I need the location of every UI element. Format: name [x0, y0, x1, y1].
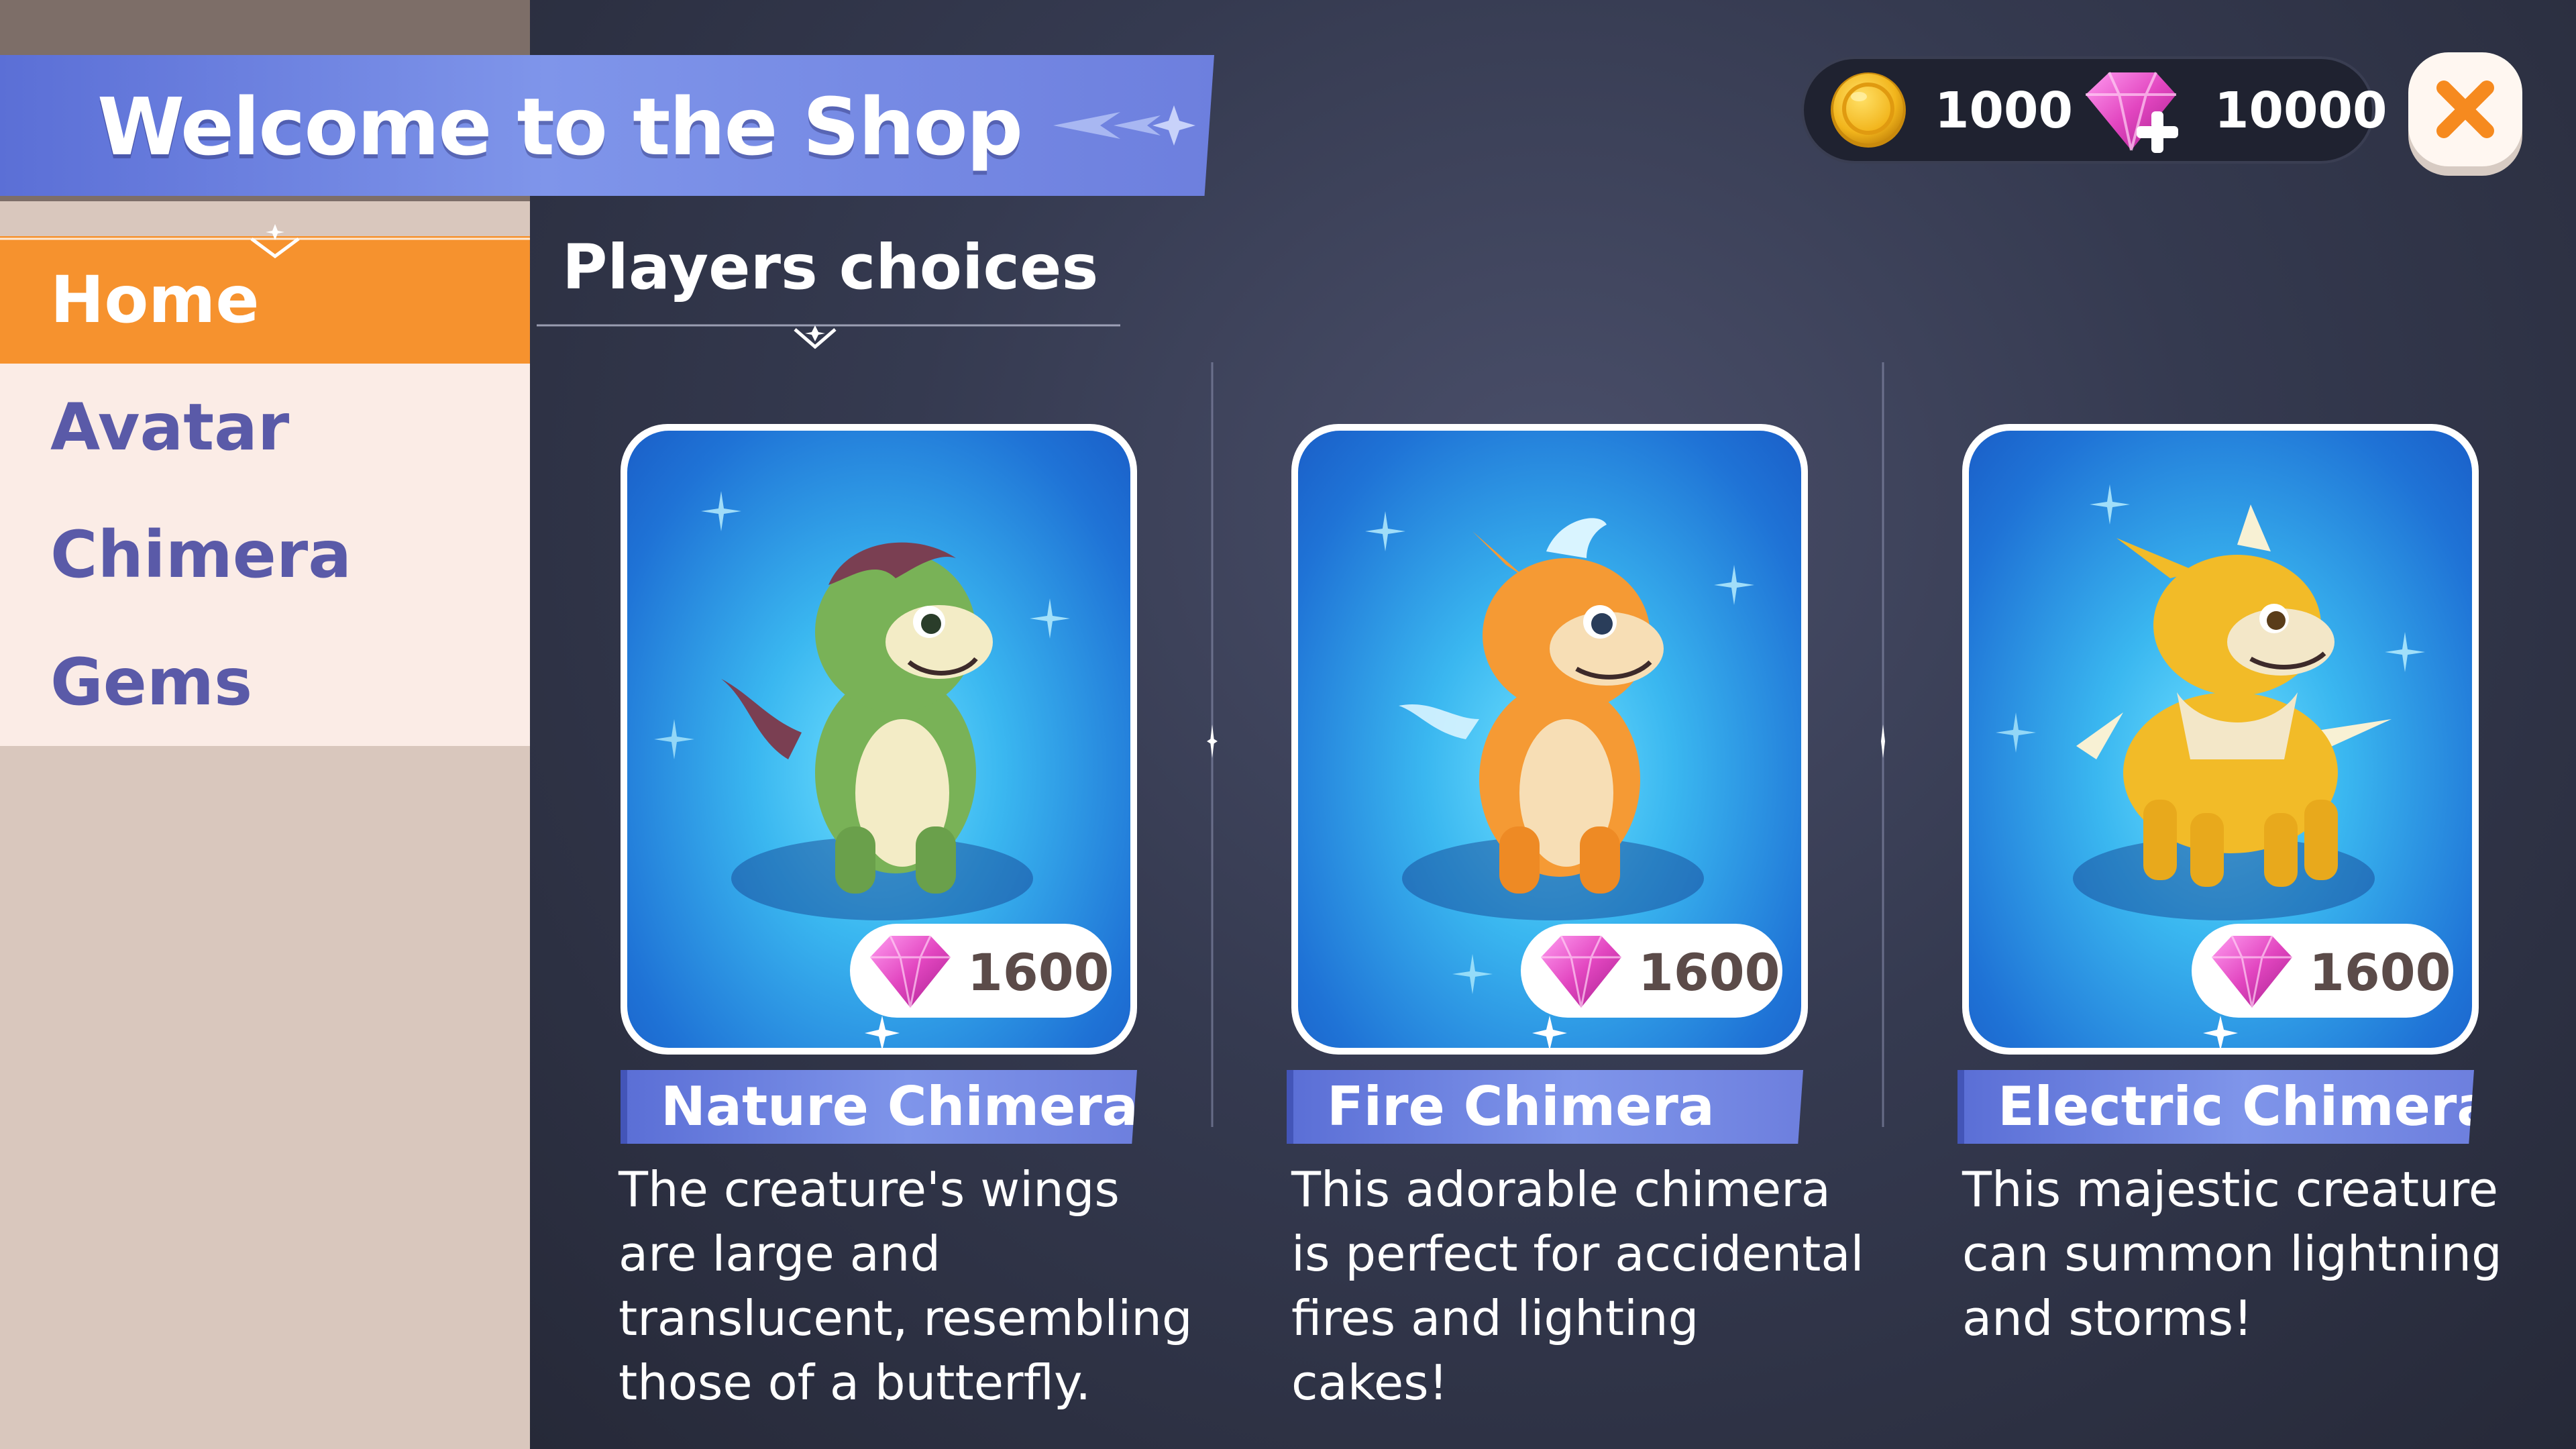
price-value: 1600 — [2309, 943, 2451, 1002]
card-name-ribbon: Fire Chimera — [1287, 1070, 1803, 1144]
shop-card-electric-chimera[interactable]: 1600 — [1962, 424, 2479, 1055]
banner-star-decoration-icon — [1053, 105, 1195, 146]
price-button[interactable]: 1600 — [2192, 924, 2453, 1018]
pink-gem-icon — [2212, 935, 2292, 1008]
card-description: This majestic creature can summon lightn… — [1962, 1161, 2502, 1346]
currency-bar: 1000 10000 — [1801, 56, 2387, 164]
pink-gem-icon — [870, 935, 951, 1008]
sidebar-item-chimera[interactable]: Chimera — [0, 491, 530, 619]
card-name-ribbon: Nature Chimera — [621, 1070, 1137, 1144]
header-banner: Welcome to the Shop — [0, 55, 1214, 196]
card-star-icon — [2203, 1016, 2238, 1051]
coin-balance: 1000 — [1935, 82, 2073, 140]
nature-chimera-creature-icon — [721, 542, 993, 894]
card-name: Electric Chimera — [1998, 1075, 2493, 1138]
sidebar-item-gems[interactable]: Gems — [0, 619, 530, 746]
section-title: Players choices — [562, 231, 1099, 303]
card-divider — [1881, 362, 1885, 1127]
price-button[interactable]: 1600 — [1521, 924, 1782, 1018]
card-artwork: 1600 — [1298, 431, 1801, 1048]
sidebar-item-label: Avatar — [50, 390, 290, 465]
page-title: Welcome to the Shop — [97, 80, 1023, 173]
electric-chimera-creature-icon — [2076, 504, 2392, 887]
sidebar-item-label: Chimera — [50, 517, 352, 592]
card-description: The creature's wings are large and trans… — [619, 1161, 1193, 1411]
fire-chimera-creature-icon — [1399, 518, 1664, 894]
sidebar-item-label: Home — [50, 262, 260, 337]
card-star-icon — [865, 1016, 900, 1051]
card-name: Nature Chimera — [661, 1075, 1138, 1138]
section-divider-ornament-icon — [537, 324, 1120, 350]
pink-gem-plus-icon[interactable] — [2072, 64, 2193, 158]
card-name: Fire Chimera — [1327, 1075, 1715, 1138]
pink-gem-icon — [1541, 935, 1621, 1008]
card-name-ribbon: Electric Chimera — [1957, 1070, 2474, 1144]
sparkle-icon — [1452, 954, 1493, 994]
card-description: This adorable chimera is perfect for acc… — [1291, 1161, 1864, 1411]
close-button[interactable] — [2408, 52, 2522, 166]
price-button[interactable]: 1600 — [850, 924, 1112, 1018]
price-value: 1600 — [967, 943, 1110, 1002]
price-value: 1600 — [1638, 943, 1780, 1002]
shop-card-fire-chimera[interactable]: 1600 — [1291, 424, 1808, 1055]
sidebar-item-avatar[interactable]: Avatar — [0, 364, 530, 491]
card-artwork: 1600 — [627, 431, 1130, 1048]
card-artwork: 1600 — [1969, 431, 2472, 1048]
sidebar-nav: Home Avatar Chimera Gems — [0, 236, 530, 746]
card-star-icon — [1532, 1016, 1567, 1051]
card-divider — [1207, 362, 1218, 1127]
shop-card-nature-chimera[interactable]: 1600 — [621, 424, 1137, 1055]
gold-coin-icon — [1831, 72, 1906, 148]
sidebar-item-label: Gems — [50, 645, 253, 720]
close-x-icon — [2436, 80, 2494, 138]
gem-balance: 10000 — [2214, 82, 2387, 140]
nav-divider-ornament-icon — [0, 224, 530, 259]
